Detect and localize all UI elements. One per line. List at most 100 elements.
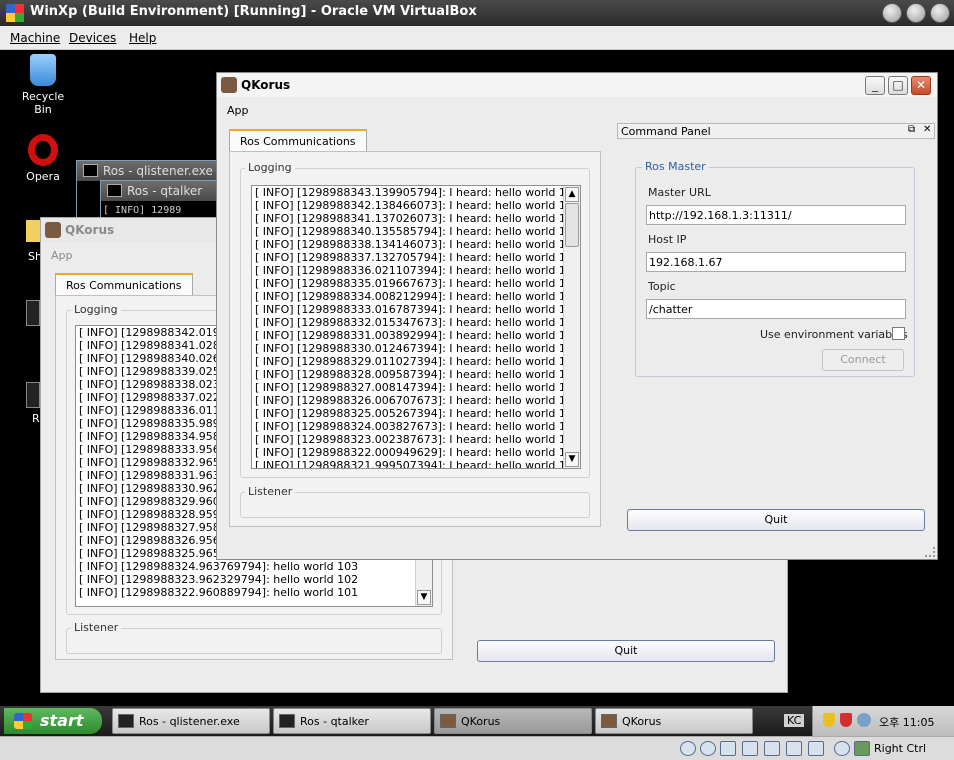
menu-help[interactable]: Help	[129, 31, 156, 45]
topic-label: Topic	[648, 280, 676, 293]
floppy-icon[interactable]	[720, 741, 736, 756]
keyboard-capture-icon[interactable]	[854, 741, 870, 756]
quit-label: Quit	[614, 644, 638, 657]
alert-shield-icon[interactable]	[840, 713, 852, 727]
qkorus-front-menu-app[interactable]: App	[227, 104, 249, 117]
scroll-up-icon[interactable]: ▲	[565, 187, 579, 202]
master-url-input[interactable]: http://192.168.1.3:11311/	[646, 205, 906, 225]
log-line: [ INFO] [1298988325.005267394]: I heard:…	[255, 407, 580, 420]
qkorus-app-icon	[440, 714, 456, 728]
console-qlistener-title: Ros - qlistener.exe	[103, 164, 213, 178]
opera-shortcut[interactable]: Opera	[13, 134, 73, 183]
close-icon[interactable]: ✕	[923, 124, 931, 135]
quit-label: Quit	[764, 513, 788, 526]
task-label: Ros - qtalker	[300, 715, 369, 728]
display-icon[interactable]	[786, 741, 802, 756]
network-adapter-icon[interactable]	[808, 741, 824, 756]
tab-ros-communications-back[interactable]: Ros Communications	[55, 273, 193, 295]
ros-master-group: Ros Master Master URL http://192.168.1.3…	[635, 160, 915, 377]
logging-label-back: Logging	[71, 303, 121, 316]
scroll-down-icon[interactable]: ▼	[565, 452, 579, 467]
ros-master-label: Ros Master	[642, 160, 709, 173]
minimize-button[interactable]	[882, 3, 902, 23]
recycle-bin-icon	[30, 54, 56, 86]
window-maximize-button[interactable]: □	[888, 76, 908, 95]
window-minimize-button[interactable]: _	[865, 76, 885, 95]
recycle-bin-label: Recycle Bin	[21, 90, 65, 116]
mouse-integration-icon[interactable]	[834, 741, 850, 756]
network-icon[interactable]	[857, 713, 871, 727]
log-line: [ INFO] [1298988322.000949629]: I heard:…	[255, 446, 580, 459]
resize-grip-icon[interactable]	[925, 547, 935, 557]
connect-button[interactable]: Connect	[822, 349, 904, 371]
winxp-icon	[6, 4, 24, 22]
close-button[interactable]	[930, 3, 950, 23]
task-qtalker[interactable]: Ros - qtalker	[273, 708, 431, 734]
listener-label-front: Listener	[245, 485, 296, 498]
qkorus-back-menu-app[interactable]: App	[51, 249, 73, 262]
vbox-title: WinXp (Build Environment) [Running] - Or…	[30, 4, 477, 19]
opera-icon	[28, 134, 58, 166]
clock[interactable]: 오후 11:05	[879, 714, 934, 730]
console-icon	[83, 164, 98, 177]
task-qkorus-2[interactable]: QKorus	[595, 708, 753, 734]
log-line: [ INFO] [1298988323.002387673]: I heard:…	[255, 433, 580, 446]
scroll-thumb[interactable]	[565, 203, 579, 247]
undock-icon[interactable]: ⧉	[908, 124, 915, 135]
recycle-bin-shortcut[interactable]: Recycle Bin	[13, 54, 73, 116]
hard-disk-icon[interactable]	[680, 741, 696, 756]
task-qkorus-1[interactable]: QKorus	[434, 708, 592, 734]
qkorus-window-front[interactable]: QKorus _ □ ✕ App Ros Communications Logg…	[216, 72, 938, 560]
desktop-shortcut-4-label: R	[32, 412, 40, 425]
vbox-menubar: Machine Devices Help	[0, 26, 954, 50]
menu-devices[interactable]: Devices	[69, 31, 116, 45]
log-line: [ INFO] [1298988340.135585794]: I heard:…	[255, 225, 580, 238]
window-close-button[interactable]: ✕	[911, 76, 931, 95]
logging-group-front: Logging [ INFO] [1298988343.139905794]: …	[240, 161, 590, 478]
desktop-shortcut-3[interactable]: Sh	[0, 220, 46, 263]
tab-label: Ros Communications	[66, 279, 182, 292]
log-line: [ INFO] [1298988343.139905794]: I heard:…	[255, 186, 580, 199]
command-panel-title: Command Panel	[621, 125, 711, 138]
log-line: [ INFO] [1298988330.012467394]: I heard:…	[255, 342, 580, 355]
start-label: start	[40, 711, 84, 730]
task-label: QKorus	[461, 715, 501, 728]
cd-icon[interactable]	[700, 741, 716, 756]
master-url-label: Master URL	[648, 186, 711, 199]
log-line: [ INFO] [1298988322.960889794]: hello wo…	[79, 586, 359, 599]
quit-button-back[interactable]: Quit	[477, 640, 775, 662]
scroll-down-icon[interactable]: ▼	[417, 590, 431, 605]
console-icon	[107, 184, 122, 197]
qkorus-front-title: QKorus	[241, 78, 291, 92]
console-qtalker-titlebar: Ros - qtalker	[101, 181, 219, 201]
console-shortcut-2[interactable]: R	[26, 382, 40, 425]
console-shortcut-1[interactable]	[26, 300, 40, 330]
listener-group-back: Listener	[66, 621, 442, 654]
shared-folders-icon[interactable]	[764, 741, 780, 756]
tab-ros-communications-front[interactable]: Ros Communications	[229, 129, 367, 151]
log-line: [ INFO] [1298988336.021107394]: I heard:…	[255, 264, 580, 277]
language-indicator[interactable]: KC	[784, 714, 805, 727]
console-qlistener-titlebar: Ros - qlistener.exe	[77, 161, 225, 181]
tab-label: Ros Communications	[240, 135, 356, 148]
use-env-label: Use environment variables	[760, 328, 908, 341]
use-env-checkbox[interactable]	[892, 327, 905, 340]
start-button[interactable]: start	[4, 708, 102, 734]
ros-comm-panel-front: Logging [ INFO] [1298988343.139905794]: …	[229, 151, 601, 527]
maximize-button[interactable]	[906, 3, 926, 23]
task-qlistener[interactable]: Ros - qlistener.exe	[112, 708, 270, 734]
quit-button-front[interactable]: Quit	[627, 509, 925, 531]
log-line: [ INFO] [1298988341.137026073]: I heard:…	[255, 212, 580, 225]
log-list-front[interactable]: [ INFO] [1298988343.139905794]: I heard:…	[251, 185, 581, 469]
usb-icon[interactable]	[742, 741, 758, 756]
log-lines-front: [ INFO] [1298988343.139905794]: I heard:…	[252, 186, 580, 469]
log-line: [ INFO] [1298988321.999507394]: I heard:…	[255, 459, 580, 469]
security-shield-icon[interactable]	[823, 713, 835, 727]
menu-machine[interactable]: Machine	[10, 31, 60, 45]
listener-group-front: Listener	[240, 485, 590, 518]
vbox-titlebar: WinXp (Build Environment) [Running] - Or…	[0, 0, 954, 26]
host-ip-input[interactable]: 192.168.1.67	[646, 252, 906, 272]
log-line: [ INFO] [1298988342.138466073]: I heard:…	[255, 199, 580, 212]
topic-input[interactable]: /chatter	[646, 299, 906, 319]
log-scrollbar-front[interactable]: ▲ ▼	[563, 186, 580, 468]
